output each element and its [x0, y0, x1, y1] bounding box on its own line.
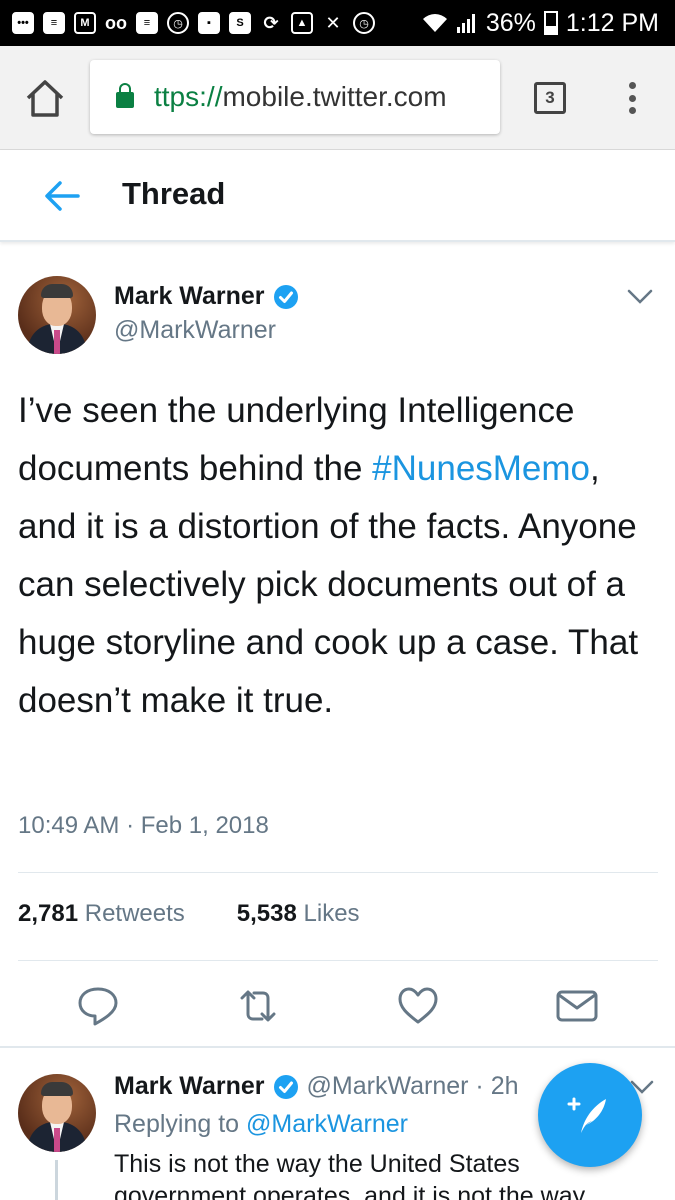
likes-count: 5,538 [236, 900, 297, 927]
hashtag-link[interactable]: #NunesMemo [372, 449, 590, 488]
likes-stat[interactable]: 5,538 Likes [237, 900, 360, 928]
replying-to: Replying to @MarkWarner [114, 1110, 408, 1139]
tweet-timestamp: 10:49 AM · Feb 1, 2018 [18, 812, 269, 839]
image-icon: ▲ [291, 12, 313, 34]
direct-message-icon[interactable] [555, 984, 599, 1028]
author-handle[interactable]: @MarkWarner [114, 316, 276, 345]
thread-header: Thread [0, 150, 675, 242]
avatar-tie [54, 1128, 60, 1152]
author-name: Mark Warner [114, 282, 265, 310]
like-heart-icon[interactable] [396, 984, 440, 1028]
tweet-actions [0, 980, 675, 1030]
replying-prefix: Replying to [114, 1110, 247, 1138]
battery-percent: 36% [485, 8, 536, 37]
avatar[interactable] [18, 276, 96, 354]
verified-badge-icon [273, 1074, 298, 1099]
reply-handle-time: @MarkWarner · 2h [306, 1072, 519, 1100]
divider [18, 872, 658, 873]
compose-tweet-button[interactable] [538, 1063, 642, 1167]
signal-icon [456, 14, 475, 33]
alarm-icon: ◷ [167, 12, 189, 34]
reply-author[interactable]: Mark Warner @MarkWarner · 2h [114, 1072, 519, 1101]
menu-dot [628, 94, 636, 102]
sync-icon: ⟳ [263, 12, 279, 33]
url-scheme: ttps:// [154, 81, 223, 112]
replying-to-link[interactable]: @MarkWarner [246, 1110, 408, 1138]
tab-switcher-button[interactable]: 3 [534, 82, 566, 114]
likes-label: Likes [303, 900, 360, 927]
tweet-stats: 2,781 Retweets 5,538 Likes [18, 900, 360, 928]
home-icon[interactable] [24, 78, 66, 118]
wifi-icon [422, 14, 447, 32]
tweet-text-part: , and it is a distortion of the facts. A… [18, 449, 639, 720]
tweet-text: I’ve seen the underlying Intelligence do… [18, 382, 658, 730]
status-bar: ••• ≡ M oo ≡ ◷ ▪ S ⟳ ▲ ✕ ◷ 36% 1:12 PM [0, 0, 675, 46]
back-arrow-icon[interactable] [42, 178, 82, 214]
notification-icons: ••• ≡ M oo ≡ ◷ ▪ S ⟳ ▲ ✕ ◷ [0, 12, 375, 34]
browser-menu-button[interactable] [620, 78, 644, 118]
thread-connector [55, 1160, 58, 1200]
more-icon: ••• [12, 12, 34, 34]
mute-icon: ✕ [325, 12, 341, 33]
url-host: mobile.twitter.com [222, 81, 447, 112]
voicemail-icon: oo [105, 12, 127, 33]
menu-dot [628, 107, 636, 114]
retweets-stat[interactable]: 2,781 Retweets [18, 900, 185, 928]
retweet-icon[interactable] [236, 984, 280, 1028]
gmail-icon: M [74, 12, 96, 34]
reply-text: This is not the way the United States go… [114, 1150, 586, 1200]
message-icon: ≡ [43, 12, 65, 34]
avatar-tie [54, 330, 60, 354]
divider [18, 960, 658, 961]
app-s-icon: S [229, 12, 251, 34]
reply-icon[interactable] [76, 984, 120, 1028]
compose-feather-icon [567, 1097, 606, 1133]
retweets-count: 2,781 [18, 900, 79, 927]
battery-icon [543, 11, 558, 35]
reply-separator [0, 1046, 675, 1048]
status-right: 36% 1:12 PM [422, 9, 675, 38]
tweet-author[interactable]: Mark Warner [114, 282, 299, 311]
page-title: Thread [122, 176, 226, 211]
browser-toolbar: ttps:// mobile.twitter.com 3 [0, 46, 675, 150]
avatar-hair [41, 284, 73, 298]
chevron-down-icon[interactable] [626, 288, 654, 306]
menu-dot [628, 82, 636, 89]
lock-icon [116, 83, 134, 108]
clock: 1:12 PM [565, 8, 659, 37]
avatar-hair [41, 1082, 73, 1096]
chat-icon: ▪ [198, 12, 220, 34]
reply-avatar[interactable] [18, 1074, 96, 1152]
alarm-icon: ◷ [353, 12, 375, 34]
message-icon: ≡ [136, 12, 158, 34]
url-bar[interactable]: ttps:// mobile.twitter.com [90, 60, 500, 134]
verified-badge-icon [273, 284, 298, 309]
retweets-label: Retweets [84, 900, 185, 927]
reply-author-name: Mark Warner [114, 1072, 265, 1100]
